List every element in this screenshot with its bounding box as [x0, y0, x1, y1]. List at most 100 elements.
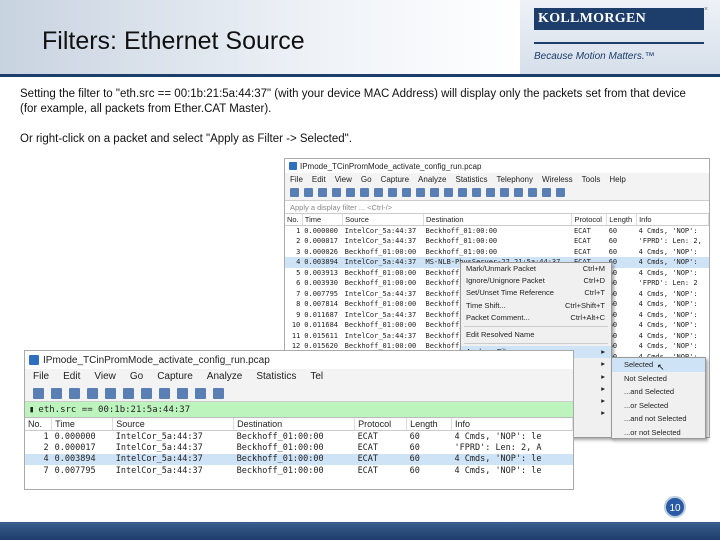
close-file-icon[interactable]: [141, 388, 152, 399]
table-cell: ECAT: [573, 247, 591, 256]
reload-icon[interactable]: [388, 188, 397, 197]
table-cell: 60: [409, 431, 420, 442]
table-row[interactable]: 2 0.000017 IntelCor_5a:44:37 Beckhoff_01:00…: [25, 442, 573, 454]
start-capture-icon[interactable]: [33, 388, 44, 399]
table-cell: 4 Cmds, 'NOP':: [638, 300, 698, 309]
menu-analyze[interactable]: Analyze: [207, 371, 243, 382]
menu-go[interactable]: Go: [361, 175, 372, 184]
context-menu-item[interactable]: Set/Unset Time Reference Ctrl+T: [461, 287, 611, 299]
menu-telephony[interactable]: Tel: [310, 371, 323, 382]
table-row[interactable]: 3 0.000026 Beckhoff_01:00:00 Beckhoff_01:00…: [285, 247, 709, 258]
context-menu-item[interactable]: Edit Resolved Name: [461, 329, 611, 341]
column-header-source[interactable]: Source: [112, 418, 235, 431]
first-packet-icon[interactable]: [458, 188, 467, 197]
table-cell: 0.000017: [54, 442, 96, 453]
start-capture-icon[interactable]: [290, 188, 299, 197]
find-packet-icon[interactable]: [177, 388, 188, 399]
save-file-icon[interactable]: [123, 388, 134, 399]
table-row[interactable]: 2 0.000017 IntelCor_5a:44:37 Beckhoff_01:00…: [285, 236, 709, 247]
go-forward-icon[interactable]: [430, 188, 439, 197]
stop-capture-icon[interactable]: [304, 188, 313, 197]
last-packet-icon[interactable]: [472, 188, 481, 197]
context-menu-item[interactable]: Mark/Unmark Packet Ctrl+M: [461, 263, 611, 275]
colorize-icon[interactable]: [500, 188, 509, 197]
open-file-icon[interactable]: [105, 388, 116, 399]
open-file-icon[interactable]: [346, 188, 355, 197]
resize-columns-icon[interactable]: [556, 188, 565, 197]
menu-help[interactable]: Help: [609, 175, 625, 184]
submenu-item[interactable]: Not Selected: [612, 372, 705, 386]
column-header-info[interactable]: Info: [636, 214, 709, 226]
menu-statistics[interactable]: Statistics: [456, 175, 488, 184]
menu-edit[interactable]: Edit: [63, 371, 80, 382]
column-header-source[interactable]: Source: [342, 214, 424, 226]
menu-view[interactable]: View: [94, 371, 116, 382]
capture-options-icon[interactable]: [87, 388, 98, 399]
bookmark-filter-icon[interactable]: ▮: [29, 405, 34, 415]
table-row[interactable]: 7 0.007795 IntelCor_5a:44:37 Beckhoff_01:00…: [25, 465, 573, 477]
column-header-destination[interactable]: Destination: [423, 214, 573, 226]
zoom-out-icon[interactable]: [528, 188, 537, 197]
page-number: 10: [664, 496, 686, 518]
stop-capture-icon[interactable]: [51, 388, 62, 399]
menu-capture[interactable]: Capture: [157, 371, 193, 382]
menu-capture[interactable]: Capture: [381, 175, 409, 184]
column-header-protocol[interactable]: Protocol: [571, 214, 608, 226]
submenu-item[interactable]: ...or not Selected: [612, 426, 705, 440]
table-cell: ECAT: [357, 431, 379, 442]
restart-capture-icon[interactable]: [69, 388, 80, 399]
submenu-item[interactable]: ...and Selected: [612, 385, 705, 399]
go-back-icon[interactable]: [416, 188, 425, 197]
column-header-length[interactable]: Length: [606, 214, 638, 226]
context-menu-item[interactable]: Ignore/Unignore Packet Ctrl+D: [461, 275, 611, 287]
table-row[interactable]: 1 0.000000 IntelCor_5a:44:37 Beckhoff_01:00…: [285, 226, 709, 237]
body-paragraph-1: Setting the filter to "eth.src == 00:1b:…: [20, 88, 686, 115]
save-file-icon[interactable]: [360, 188, 369, 197]
table-cell: 4: [25, 453, 52, 465]
column-header-protocol[interactable]: Protocol: [354, 418, 408, 431]
window-titlebar-2: IPmode_TCinPromMode_activate_config_run.…: [25, 351, 573, 369]
menu-file[interactable]: File: [33, 371, 49, 382]
menu-statistics[interactable]: Statistics: [256, 371, 296, 382]
column-header-time[interactable]: Time: [51, 418, 114, 431]
menu-edit[interactable]: Edit: [312, 175, 326, 184]
menu-tools[interactable]: Tools: [582, 175, 601, 184]
context-menu-item[interactable]: Packet Comment... Ctrl+Alt+C: [461, 312, 611, 324]
column-header-time[interactable]: Time: [302, 214, 344, 226]
table-row[interactable]: 4 0.003894 IntelCor_5a:44:37 Beckhoff_01:00…: [25, 453, 573, 465]
table-cell: 0.011687: [304, 310, 338, 319]
column-header-destination[interactable]: Destination: [233, 418, 356, 431]
go-to-packet-icon[interactable]: [444, 188, 453, 197]
go-forward-icon[interactable]: [213, 388, 224, 399]
column-header-length[interactable]: Length: [406, 418, 452, 431]
reload-icon[interactable]: [159, 388, 170, 399]
table-row[interactable]: 1 0.000000 IntelCor_5a:44:37 Beckhoff_01:00…: [25, 431, 573, 443]
go-back-icon[interactable]: [195, 388, 206, 399]
context-menu-item[interactable]: Time Shift... Ctrl+Shift+T: [461, 300, 611, 312]
display-filter-input[interactable]: Apply a display filter ... <Ctrl-/>: [290, 203, 704, 212]
table-cell: 4 Cmds, 'NOP':: [638, 321, 698, 330]
menu-separator: [464, 325, 608, 327]
column-header-no[interactable]: No.: [25, 418, 53, 431]
table-cell: Beckhoff_01:00:00: [344, 247, 417, 256]
menu-go[interactable]: Go: [130, 371, 143, 382]
column-header-info[interactable]: Info: [451, 418, 573, 431]
submenu-item[interactable]: ...or Selected: [612, 399, 705, 413]
table-cell: IntelCor_5a:44:37: [112, 453, 234, 465]
zoom-in-icon[interactable]: [514, 188, 523, 197]
submenu-item[interactable]: ...and not Selected: [612, 412, 705, 426]
column-header-no[interactable]: No.: [285, 214, 303, 226]
menu-telephony[interactable]: Telephony: [497, 175, 533, 184]
menu-view[interactable]: View: [335, 175, 352, 184]
menu-wireless[interactable]: Wireless: [542, 175, 573, 184]
normal-size-icon[interactable]: [542, 188, 551, 197]
autoscroll-icon[interactable]: [486, 188, 495, 197]
display-filter-input-2[interactable]: eth.src == 00:1b:21:5a:44:37: [38, 405, 190, 415]
restart-capture-icon[interactable]: [318, 188, 327, 197]
menu-file[interactable]: File: [290, 175, 303, 184]
capture-options-icon[interactable]: [332, 188, 341, 197]
find-packet-icon[interactable]: [402, 188, 411, 197]
table-cell: 60: [608, 227, 618, 235]
close-file-icon[interactable]: [374, 188, 383, 197]
menu-analyze[interactable]: Analyze: [418, 175, 446, 184]
